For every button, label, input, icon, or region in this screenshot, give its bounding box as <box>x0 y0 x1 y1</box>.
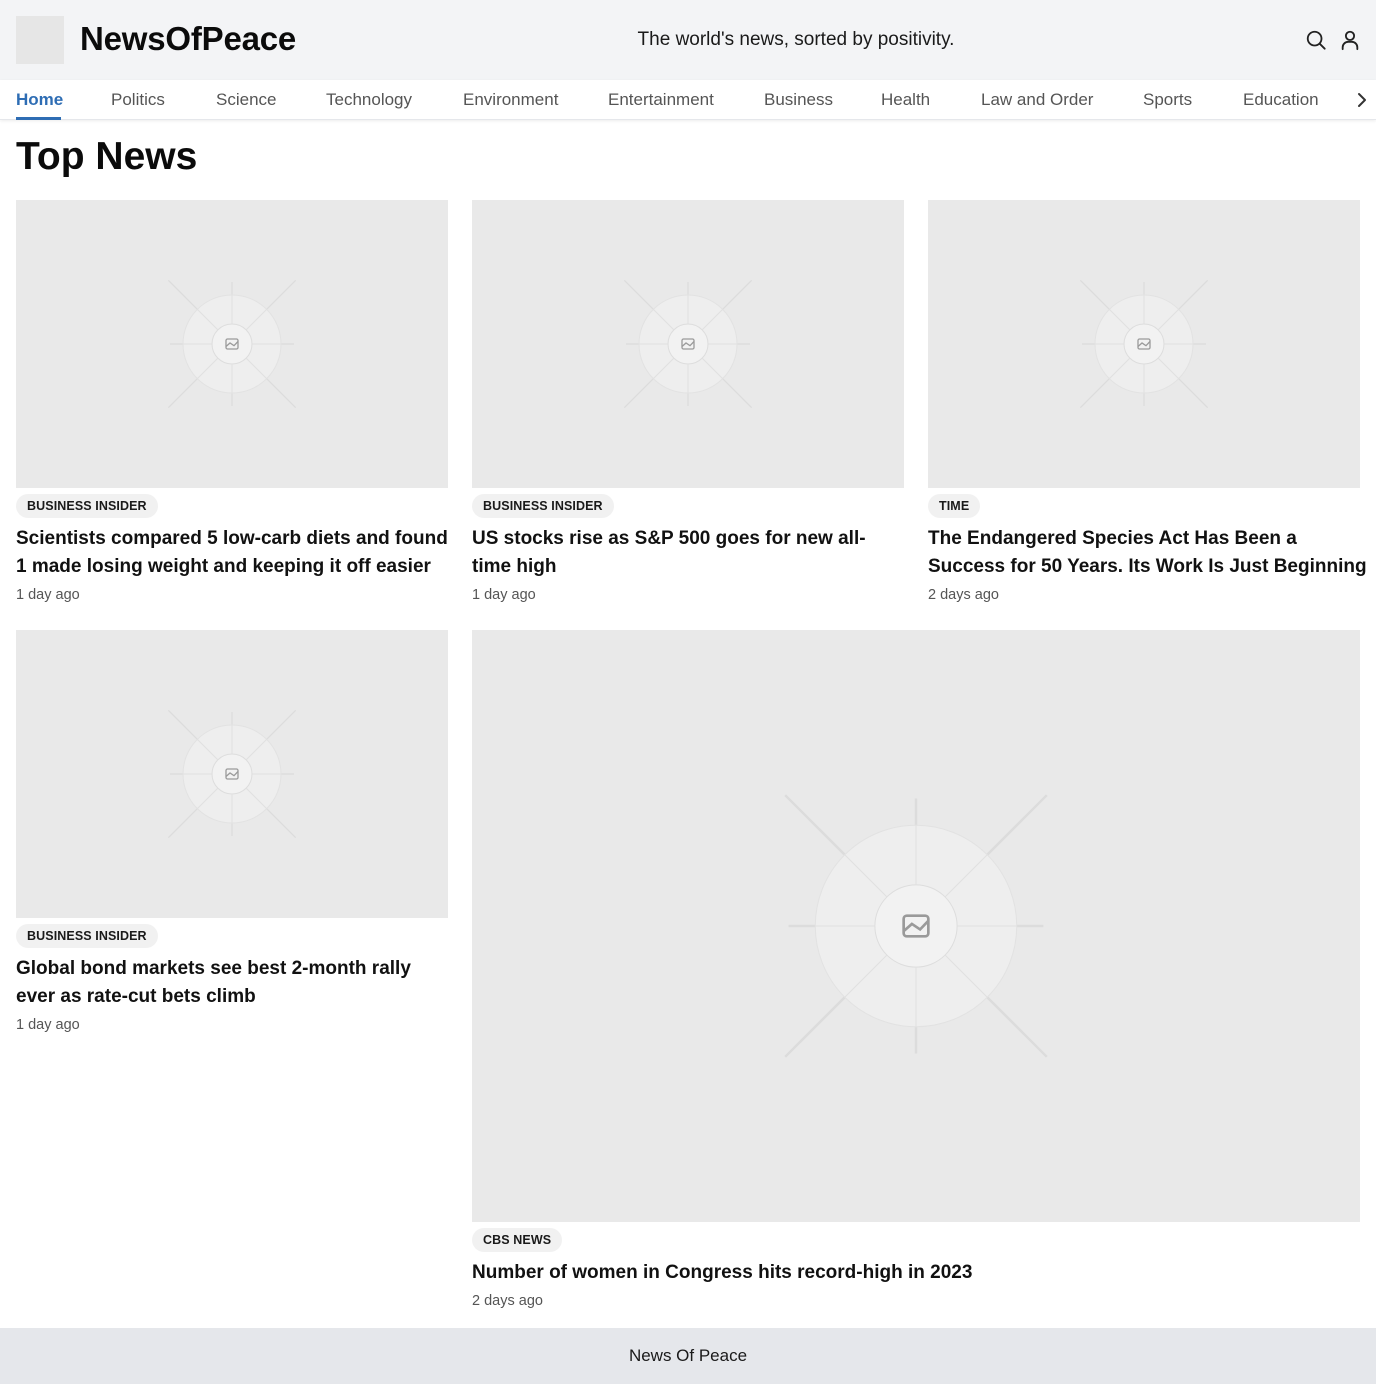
search-icon[interactable] <box>1304 28 1328 52</box>
nav-item-health[interactable]: Health <box>881 90 930 110</box>
image-placeholder-graphic <box>623 279 753 409</box>
nav-item-home[interactable]: Home <box>16 90 63 110</box>
article-time: 1 day ago <box>16 1017 80 1033</box>
article-card-featured[interactable]: CBS NEWS Number of women in Congress hit… <box>472 630 1360 1320</box>
chevron-right-icon[interactable] <box>1352 90 1372 110</box>
active-tab-indicator <box>16 117 61 120</box>
article-time: 2 days ago <box>928 587 999 603</box>
nav-item-business[interactable]: Business <box>764 90 833 110</box>
article-image-placeholder[interactable] <box>472 630 1360 1222</box>
image-placeholder-graphic <box>167 709 297 839</box>
category-nav: Home Politics Science Technology Environ… <box>0 80 1376 120</box>
article-headline[interactable]: The Endangered Species Act Has Been a Su… <box>928 525 1368 581</box>
article-headline[interactable]: US stocks rise as S&P 500 goes for new a… <box>472 525 904 581</box>
source-badge: TIME <box>928 494 981 518</box>
article-card[interactable]: TIME The Endangered Species Act Has Been… <box>928 200 1367 610</box>
nav-item-sports[interactable]: Sports <box>1143 90 1192 110</box>
article-time: 2 days ago <box>472 1293 543 1309</box>
nav-item-entertainment[interactable]: Entertainment <box>608 90 714 110</box>
article-headline[interactable]: Number of women in Congress hits record-… <box>472 1259 1360 1287</box>
user-icon[interactable] <box>1338 28 1362 52</box>
article-card[interactable]: BUSINESS INSIDER US stocks rise as S&P 5… <box>472 200 904 610</box>
image-placeholder-graphic <box>784 794 1048 1058</box>
nav-item-politics[interactable]: Politics <box>111 90 165 110</box>
article-image-placeholder[interactable] <box>16 200 448 488</box>
article-image-placeholder[interactable] <box>472 200 904 488</box>
nav-item-science[interactable]: Science <box>216 90 276 110</box>
source-badge: CBS NEWS <box>472 1228 563 1252</box>
source-badge: BUSINESS INSIDER <box>472 494 614 518</box>
nav-item-law-and-order[interactable]: Law and Order <box>981 90 1093 110</box>
article-headline[interactable]: Global bond markets see best 2-month ral… <box>16 955 448 1011</box>
image-placeholder-graphic <box>167 279 297 409</box>
article-time: 1 day ago <box>16 587 80 603</box>
nav-item-environment[interactable]: Environment <box>463 90 558 110</box>
site-footer: News Of Peace <box>0 1328 1376 1384</box>
source-badge: BUSINESS INSIDER <box>16 924 158 948</box>
page-title: Top News <box>16 135 198 178</box>
article-image-placeholder[interactable] <box>928 200 1360 488</box>
article-time: 1 day ago <box>472 587 536 603</box>
article-headline[interactable]: Scientists compared 5 low-carb diets and… <box>16 525 448 581</box>
nav-item-technology[interactable]: Technology <box>326 90 412 110</box>
site-header: NewsOfPeace The world's news, sorted by … <box>0 0 1376 80</box>
tagline: The world's news, sorted by positivity. <box>637 29 955 50</box>
source-badge: BUSINESS INSIDER <box>16 494 158 518</box>
nav-item-education[interactable]: Education <box>1243 90 1319 110</box>
image-placeholder-graphic <box>1079 279 1209 409</box>
article-card[interactable]: BUSINESS INSIDER Scientists compared 5 l… <box>16 200 448 610</box>
article-image-placeholder[interactable] <box>16 630 448 918</box>
article-card[interactable]: BUSINESS INSIDER Global bond markets see… <box>16 630 448 1040</box>
